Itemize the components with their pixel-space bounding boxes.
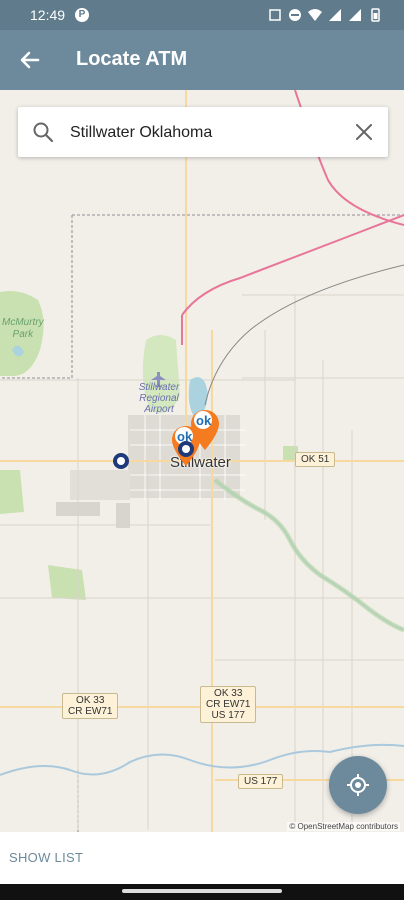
map-view[interactable]: McMurtry Park Stillwater Regional Airpor… (0, 90, 404, 832)
route-shield-ok51: OK 51 (295, 452, 336, 467)
search-bar[interactable] (18, 107, 388, 157)
status-bar: 12:49 P (0, 0, 404, 30)
signal-icon (329, 9, 341, 21)
atm-location-marker[interactable] (177, 440, 195, 458)
route-shield-left: OK 33 CR EW71 (62, 693, 119, 719)
status-icons (268, 8, 382, 22)
home-indicator[interactable] (122, 889, 282, 893)
shield-line: US 177 (211, 710, 245, 721)
search-input[interactable] (68, 117, 342, 149)
crosshair-icon (347, 774, 369, 796)
show-list-button[interactable]: SHOW LIST (9, 850, 83, 865)
close-icon[interactable] (354, 122, 374, 142)
airport-label-line: Stillwater (138, 382, 180, 393)
search-icon (33, 122, 54, 143)
app-bar: Locate ATM (0, 30, 404, 90)
wifi-icon (308, 9, 322, 21)
map-attribution[interactable]: © OpenStreetMap contributors (287, 822, 400, 831)
shield-line: OK 33 (76, 695, 105, 706)
map-label-airport: Stillwater Regional Airport (134, 382, 184, 415)
park-label-line: McMurtry (2, 317, 44, 328)
page-title: Locate ATM (76, 48, 188, 70)
back-arrow-icon[interactable] (16, 46, 44, 74)
airport-label-line: Airport (144, 404, 174, 415)
park-label-line: Park (12, 329, 34, 340)
shield-line: OK 33 (214, 688, 243, 699)
signal-2-icon (349, 9, 361, 21)
dnd-icon (289, 9, 301, 21)
vibrate-icon (269, 9, 281, 21)
battery-icon (371, 8, 380, 22)
status-time: 12:49 (30, 7, 66, 23)
airport-label-line: Regional (139, 393, 179, 404)
shield-line: CR EW71 (206, 699, 251, 710)
atm-location-marker[interactable] (112, 452, 130, 470)
app-notification-icon: P (75, 8, 89, 22)
my-location-button[interactable] (329, 756, 387, 814)
route-shield-us177: US 177 (238, 774, 284, 789)
shield-line: CR EW71 (68, 706, 113, 717)
route-shield-right: OK 33 CR EW71 US 177 (200, 686, 257, 723)
gesture-nav-bar (0, 884, 404, 900)
map-label-park: McMurtry Park (2, 317, 44, 341)
